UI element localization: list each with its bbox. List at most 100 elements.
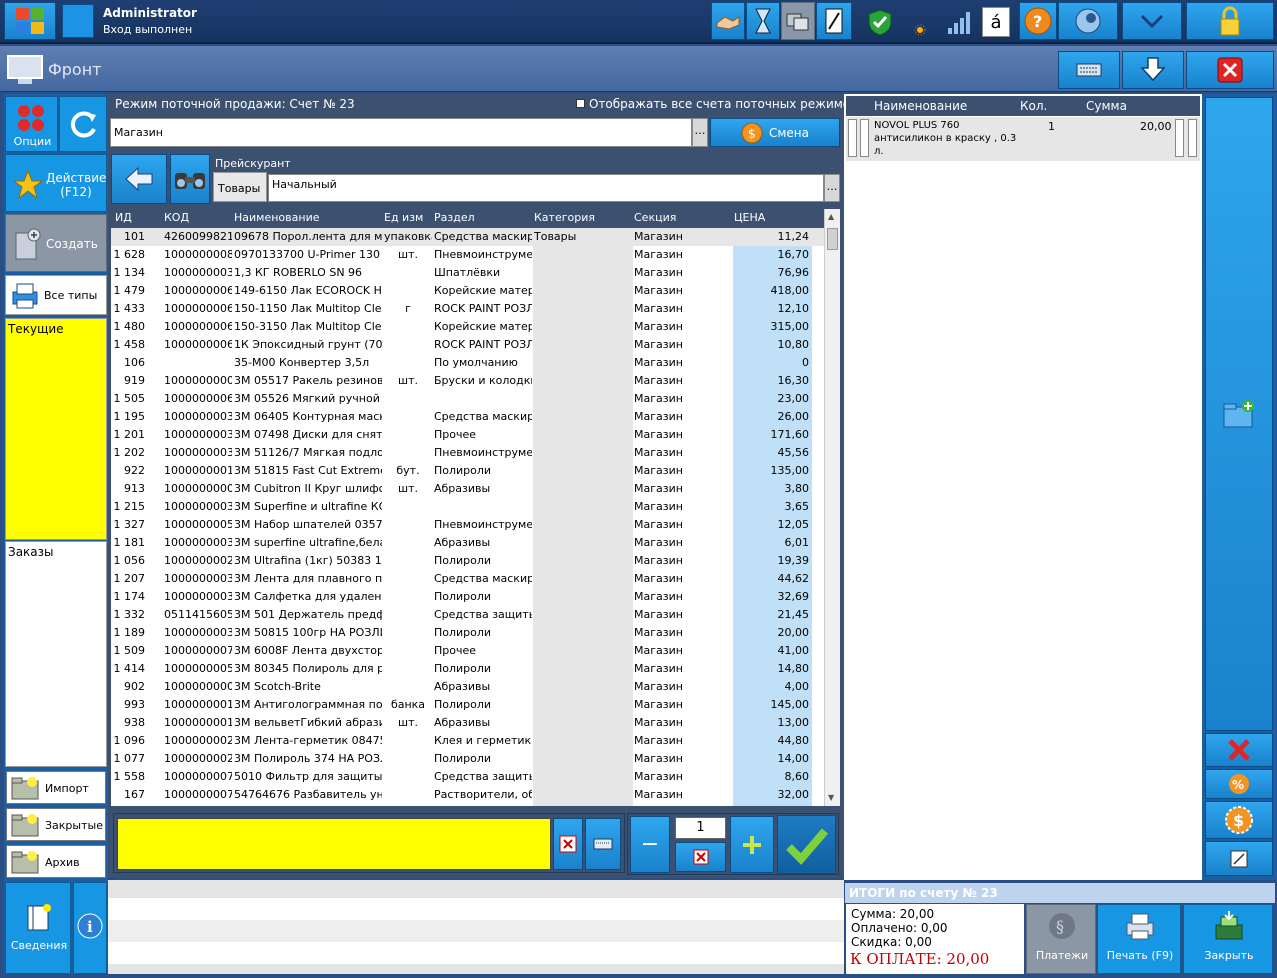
shift-button[interactable]: $ Смена (710, 118, 840, 147)
table-row[interactable]: 922 100000000103М 51815 Fast Cut Extreme … (111, 462, 824, 480)
archive-button[interactable]: Архив (6, 845, 106, 878)
table-row[interactable]: 1 558 100000000755010 Фильтр для защиты о… (111, 768, 824, 786)
close-bill-button[interactable]: Закрыть (1183, 904, 1273, 974)
table-row[interactable]: 1 207 100000000383М Лента для плавного пе… (111, 570, 824, 588)
print-button[interactable]: Печать (F9) (1097, 904, 1181, 974)
close-front-button[interactable] (1186, 51, 1274, 89)
orders-list[interactable]: Заказы (5, 541, 107, 767)
help-button[interactable]: ? (1019, 2, 1057, 40)
table-row[interactable]: 993 100000000173М Антиголограммная полир б… (111, 696, 824, 714)
table-row[interactable]: 1 628 100000000840970133700 U-Primer 130 … (111, 246, 824, 264)
delete-item-button[interactable] (1205, 733, 1273, 767)
table-row[interactable]: 1 096 100000000273М Лента-герметик 08475 К… (111, 732, 824, 750)
search-button[interactable] (170, 154, 210, 204)
lock-button[interactable] (1186, 2, 1274, 40)
table-row[interactable]: 1 509 100000000703М 6008F Лента двухсторо… (111, 642, 824, 660)
table-row[interactable]: 1 479 10000000066149-6150 Лак ECOROCK Hyp… (111, 282, 824, 300)
table-row[interactable]: 1 480 10000000066150-3150 Лак Multitop Cl… (111, 318, 824, 336)
order-item-row[interactable]: NOVOL PLUS 760 антисиликон в краску , 0.… (846, 117, 1200, 161)
table-cell: Клея и герметики (434, 734, 532, 747)
row-handle (1175, 119, 1184, 157)
barcode-input[interactable] (117, 818, 551, 870)
closed-button[interactable]: Закрытые (6, 808, 106, 841)
table-row[interactable]: 1 134 100000000311,3 КГ ROBERLO SN 96 Шпат… (111, 264, 824, 282)
info-button[interactable]: i (73, 882, 107, 974)
table-cell: 10000000038 (164, 446, 232, 459)
import-button[interactable]: Импорт (6, 771, 106, 804)
table-row[interactable]: 1 202 100000000383М 51126/7 Мягкая подлож… (111, 444, 824, 462)
new-folder-button[interactable] (1205, 97, 1273, 731)
keyboard-layout-icon[interactable]: á (982, 7, 1010, 37)
download-button[interactable] (1122, 51, 1184, 89)
table-row[interactable]: 1 458 100000000641К Эпоксидный грунт (70г… (111, 336, 824, 354)
windows-button[interactable] (781, 2, 815, 40)
table-row[interactable]: 1 505 100000000693М 05526 Мягкий ручной р… (111, 390, 824, 408)
scroll-up-icon[interactable]: ▲ (828, 212, 834, 221)
table-cell: Магазин (634, 374, 683, 387)
discount-button[interactable]: % (1205, 769, 1273, 799)
table-row[interactable]: 1 327 100000000513М Набор шпателей 0357 Пн… (111, 516, 824, 534)
options-button[interactable]: Опции (5, 96, 58, 152)
info-details-button[interactable]: Сведения (5, 882, 71, 974)
table-scrollbar[interactable]: ▲ ▼ (824, 209, 840, 806)
document-button[interactable] (816, 2, 852, 40)
table-row[interactable]: 1 332 051141560543М 501 Держатель предфил… (111, 606, 824, 624)
table-row[interactable]: 167 1000000007554764676 Разбавитель униве… (111, 786, 824, 804)
table-row[interactable]: 938 100000000113М вельветГибкий абразивн ш… (111, 714, 824, 732)
start-menu-button[interactable] (4, 2, 56, 40)
table-row[interactable]: 1 195 100000000373М 06405 Контурная маски… (111, 408, 824, 426)
current-list[interactable]: Текущие (5, 318, 107, 540)
handshake-button[interactable] (711, 2, 745, 40)
table-row[interactable]: 1 433 10000000061150-1150 Лак Multitop Cl… (111, 300, 824, 318)
show-all-checkbox[interactable] (576, 99, 585, 108)
input-keyboard-button[interactable] (585, 818, 621, 870)
scroll-down-icon[interactable]: ▼ (828, 793, 834, 802)
table-cell: 10000000023 (164, 554, 232, 567)
table-row[interactable]: 1 414 100000000593М 80345 Полироль для ру… (111, 660, 824, 678)
store-field[interactable]: Магазин (110, 118, 692, 147)
collapse-button[interactable] (1122, 2, 1182, 40)
table-cell: 21,45 (777, 608, 810, 621)
support-button[interactable] (1058, 2, 1118, 40)
hourglass-button[interactable] (746, 2, 780, 40)
table-row[interactable]: 913 100000000083М Cubitron II Круг шлифов… (111, 480, 824, 498)
back-button[interactable] (111, 154, 167, 204)
keyboard-button[interactable] (1058, 51, 1120, 89)
edit-button[interactable] (1205, 841, 1273, 876)
table-row[interactable]: 1 077 100000000253М Полироль 374 НА РОЗЛИ… (111, 750, 824, 768)
payments-button[interactable]: § Платежи (1026, 904, 1096, 974)
quantity-input[interactable]: 1 (675, 817, 726, 839)
table-row[interactable]: 1 174 100000000353М Салфетка для удаления… (111, 588, 824, 606)
table-row[interactable]: 106 35-М00 Конвертер 3,5л По умолчанию Мага… (111, 354, 824, 372)
pricelist-ellipsis-button[interactable]: … (824, 174, 840, 202)
confirm-button[interactable] (777, 815, 836, 874)
table-row[interactable]: 919 100000000093М 05517 Ракель резиновый ш… (111, 372, 824, 390)
table-cell: 10000000011 (164, 716, 232, 729)
table-row[interactable]: 1 181 100000000363М superfine ultrafine,б… (111, 534, 824, 552)
store-ellipsis-button[interactable]: … (692, 118, 708, 147)
table-row[interactable]: 902 100000000073М Scotch-Brite Абразивы Маг… (111, 678, 824, 696)
increment-button[interactable] (730, 816, 774, 873)
clear-input-button[interactable] (553, 818, 583, 870)
cash-button[interactable]: $ (1205, 801, 1273, 839)
table-cell: бут. (396, 464, 420, 477)
table-cell: Магазин (634, 788, 683, 801)
table-cell: Полироли (434, 626, 492, 639)
all-types-button[interactable]: Все типы (5, 275, 107, 315)
table-row[interactable]: 1 189 100000000363М 50815 100гр НА РОЗЛИВ… (111, 624, 824, 642)
clear-quantity-button[interactable] (675, 842, 726, 872)
pricelist-field[interactable]: Начальный (268, 174, 824, 202)
table-cell: 10000000010 (164, 464, 232, 477)
table-row[interactable]: 1 201 100000000383М 07498 Диски для сняти… (111, 426, 824, 444)
table-row[interactable]: 1 215 100000000393М Superfine и ultrafine… (111, 498, 824, 516)
checkmark-icon (785, 827, 828, 865)
table-cell: банка (390, 698, 426, 711)
goods-tab[interactable]: Товары (213, 172, 267, 202)
action-button[interactable]: Действие (F12) (5, 154, 107, 212)
decrement-button[interactable]: − (630, 816, 670, 873)
create-button[interactable]: Создать (5, 214, 107, 272)
table-row[interactable]: 1 056 100000000233М Ultrafina (1кг) 50383… (111, 552, 824, 570)
refresh-button[interactable] (59, 96, 107, 152)
table-row[interactable]: 101 4260099821209678 Порол.лента для маск… (111, 228, 824, 246)
scroll-thumb[interactable] (827, 228, 838, 250)
